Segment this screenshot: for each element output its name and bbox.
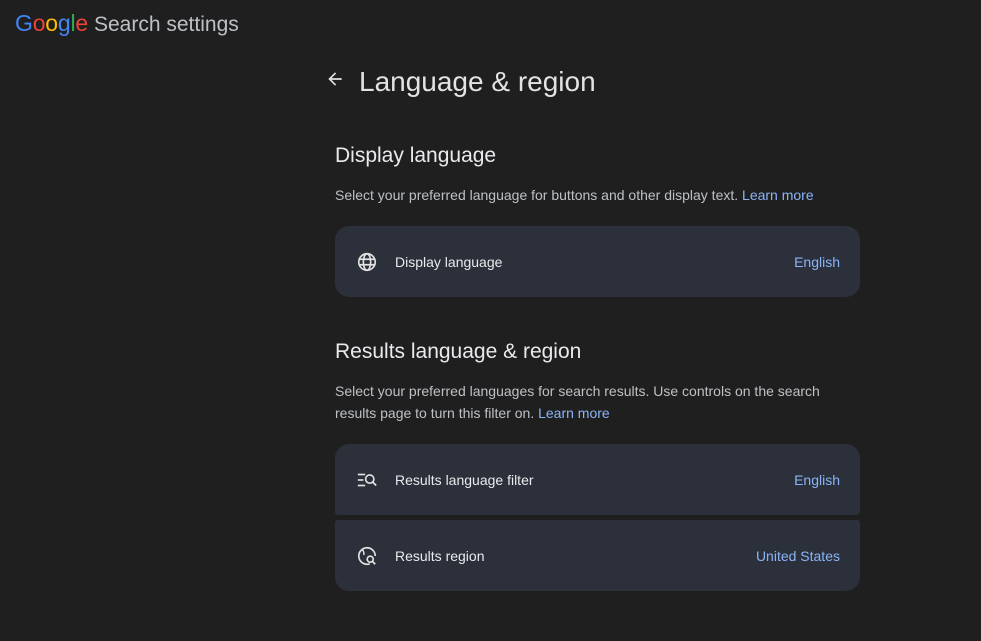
top-bar: Google Search settings	[15, 9, 239, 37]
row-value: United States	[755, 547, 840, 564]
logo-letter: G	[15, 10, 33, 36]
back-button[interactable]	[322, 66, 348, 92]
results-language-filter-row[interactable]: Results language filter English	[335, 444, 860, 515]
section-description: Select your preferred language for butto…	[335, 184, 860, 206]
page-title: Language & region	[359, 66, 596, 97]
logo-letter: g	[57, 10, 71, 36]
section-description: Select your preferred languages for sear…	[335, 380, 860, 424]
display-language-section: Display language Select your preferred l…	[335, 142, 860, 297]
results-region-row[interactable]: Results region United States	[335, 520, 860, 591]
google-logo[interactable]: Google	[15, 9, 88, 37]
results-language-section: Results language & region Select your pr…	[335, 338, 860, 591]
globe-search-icon	[355, 544, 379, 568]
row-value: English	[794, 471, 840, 488]
section-title: Results language & region	[335, 340, 582, 363]
section-title: Display language	[335, 144, 497, 167]
arrow-back-icon	[328, 72, 342, 86]
page-header: Language & region	[322, 62, 596, 102]
logo-letter: e	[75, 10, 88, 36]
app-title: Search settings	[94, 13, 239, 36]
description-text: Select your preferred language for butto…	[335, 187, 739, 203]
globe-icon	[355, 250, 379, 274]
row-label: Results language filter	[395, 471, 534, 488]
row-label: Display language	[395, 253, 503, 270]
logo-letter: o	[45, 10, 58, 36]
learn-more-link[interactable]: Learn more	[742, 187, 814, 203]
learn-more-link[interactable]: Learn more	[538, 405, 610, 421]
row-value: English	[794, 253, 840, 270]
logo-letter: o	[32, 10, 46, 36]
row-label: Results region	[395, 547, 485, 564]
filter-search-icon	[355, 468, 379, 492]
display-language-row[interactable]: Display language English	[335, 226, 860, 297]
